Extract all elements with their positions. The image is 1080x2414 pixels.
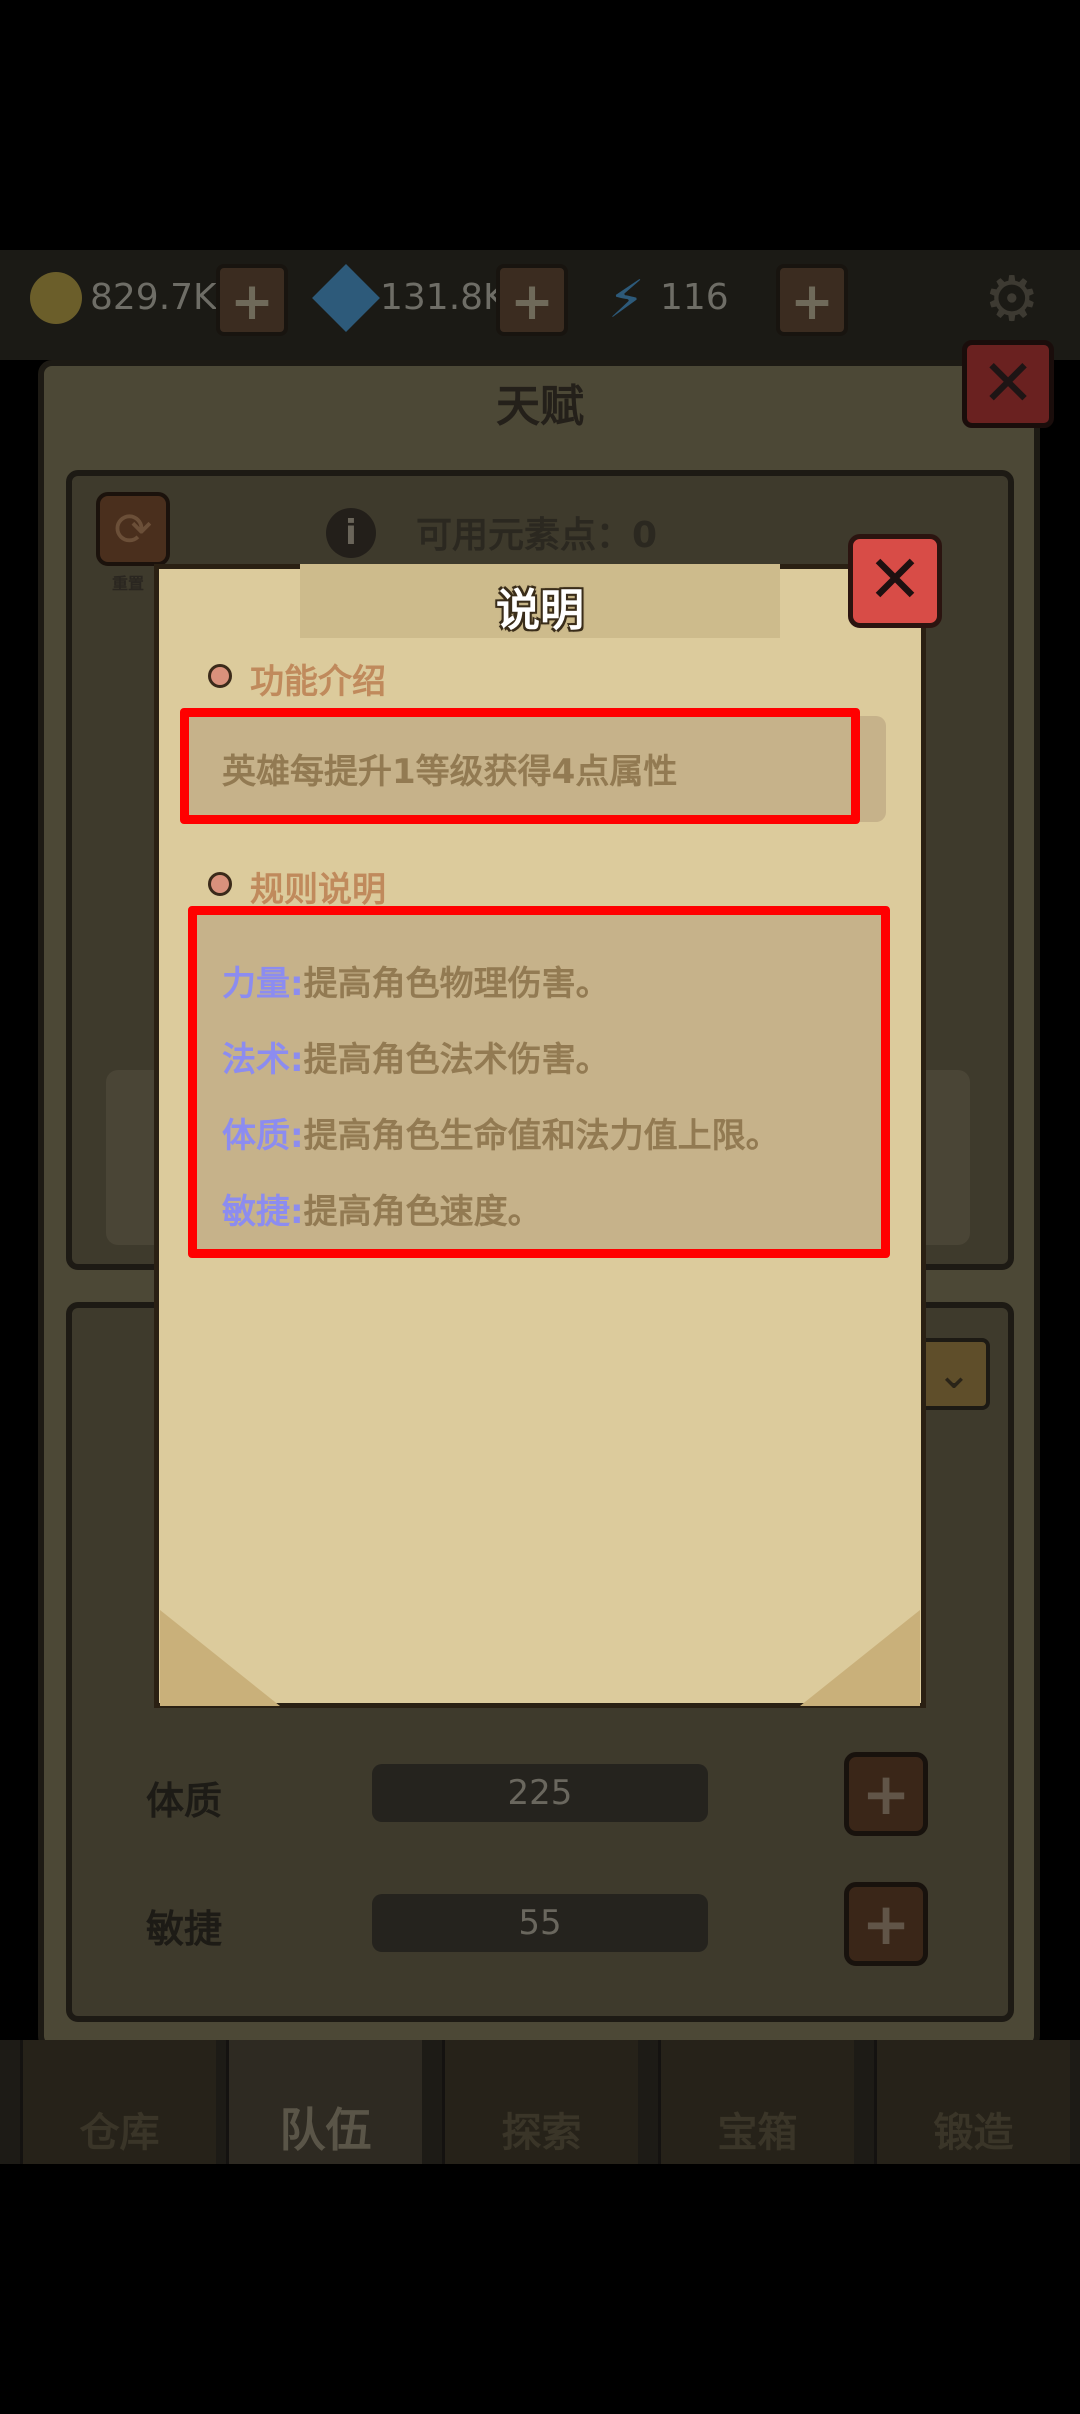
highlight-frame-rules bbox=[188, 906, 890, 1258]
chevron-down-icon[interactable]: ⌄ bbox=[918, 1338, 990, 1410]
scroll-curl-right bbox=[800, 1610, 920, 1706]
stat-value-constitution: 225 bbox=[372, 1764, 708, 1822]
add-agility-button[interactable]: + bbox=[844, 1882, 928, 1966]
bullet-icon bbox=[208, 872, 232, 896]
gold-coin-icon bbox=[30, 272, 82, 324]
feature-heading: 功能介绍 bbox=[250, 662, 386, 702]
nav-chest[interactable]: 宝箱 bbox=[658, 2040, 854, 2164]
add-energy-button[interactable]: + bbox=[776, 264, 848, 336]
scroll-curl-left bbox=[160, 1610, 280, 1706]
close-x-icon[interactable]: ✕ bbox=[848, 534, 942, 628]
add-gem-button[interactable]: + bbox=[496, 264, 568, 336]
gem-value: 131.8K bbox=[380, 277, 507, 318]
gear-icon[interactable]: ⚙ bbox=[984, 268, 1046, 330]
stat-label-agility: 敏捷 bbox=[146, 1907, 223, 1951]
nav-warehouse[interactable]: 仓库 bbox=[20, 2040, 216, 2164]
energy-value: 116 bbox=[660, 277, 729, 318]
stat-label-constitution: 体质 bbox=[146, 1779, 223, 1823]
nav-explore[interactable]: 探索 bbox=[442, 2040, 638, 2164]
reset-button[interactable]: ⟳ bbox=[96, 492, 170, 566]
talent-dialog-title: 天赋 bbox=[496, 381, 584, 432]
info-dialog-title: 说明 bbox=[496, 585, 584, 636]
add-constitution-button[interactable]: + bbox=[844, 1752, 928, 1836]
info-icon[interactable]: i bbox=[326, 508, 376, 558]
nav-team[interactable]: 队伍 bbox=[226, 2040, 422, 2164]
reset-label: 重置 bbox=[112, 574, 145, 593]
lightning-icon: ⚡ bbox=[608, 270, 645, 330]
stat-value-agility: 55 bbox=[372, 1894, 708, 1952]
bullet-icon bbox=[208, 664, 232, 688]
available-points: 可用元素点：0 bbox=[416, 515, 658, 556]
talent-close-button[interactable]: ✕ bbox=[962, 340, 1054, 428]
rules-heading: 规则说明 bbox=[250, 870, 386, 910]
highlight-frame-feature bbox=[180, 708, 860, 824]
gold-value: 829.7K bbox=[90, 277, 217, 318]
add-gold-button[interactable]: + bbox=[216, 264, 288, 336]
nav-forge[interactable]: 锻造 bbox=[874, 2040, 1070, 2164]
